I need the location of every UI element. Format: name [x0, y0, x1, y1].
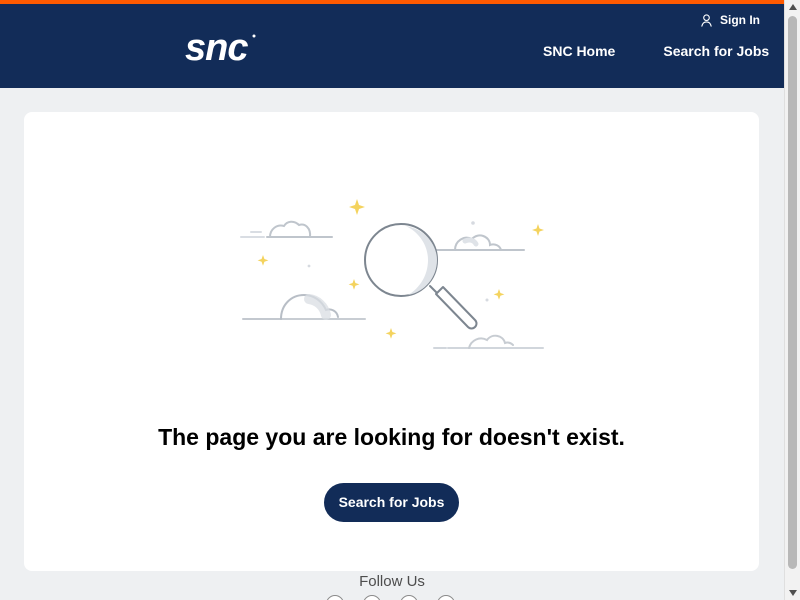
error-card: The page you are looking for doesn't exi… — [24, 112, 759, 571]
job-site-error-page: snc Sign In SNC Home Search for Jobs The… — [0, 0, 800, 600]
cloud-right-bottom — [433, 334, 544, 349]
snc-logo-wordmark: snc — [185, 28, 248, 68]
snc-logo[interactable]: snc — [185, 27, 275, 69]
registered-mark — [252, 34, 256, 38]
social-link-3[interactable] — [400, 595, 418, 600]
sign-in-label: Sign In — [720, 13, 760, 27]
cloud-left-top — [240, 220, 333, 238]
cloud-left-bottom — [242, 293, 366, 320]
site-header: snc Sign In SNC Home Search for Jobs — [0, 4, 784, 88]
social-link-1[interactable] — [326, 595, 344, 600]
search-for-jobs-button[interactable]: Search for Jobs — [324, 483, 459, 522]
main-navigation: SNC Home Search for Jobs — [543, 42, 773, 60]
social-link-4[interactable] — [437, 595, 455, 600]
scrollbar-thumb[interactable] — [788, 16, 797, 569]
nav-snc-home[interactable]: SNC Home — [543, 42, 615, 60]
nav-search-for-jobs[interactable]: Search for Jobs — [663, 42, 769, 60]
user-icon — [701, 13, 712, 27]
sign-in-link[interactable]: Sign In — [700, 12, 760, 28]
follow-us-title: Follow Us — [359, 573, 425, 590]
chevron-down-icon[interactable] — [789, 590, 797, 596]
snc-logo-graphic: snc — [185, 27, 256, 69]
social-link-2[interactable] — [363, 595, 381, 600]
chevron-up-icon[interactable] — [789, 4, 797, 10]
cloud-right-top — [431, 234, 525, 251]
page-not-found-message: The page you are looking for doesn't exi… — [158, 424, 625, 450]
vertical-scrollbar[interactable] — [784, 0, 800, 600]
search-magnifier-illustration — [240, 199, 544, 349]
